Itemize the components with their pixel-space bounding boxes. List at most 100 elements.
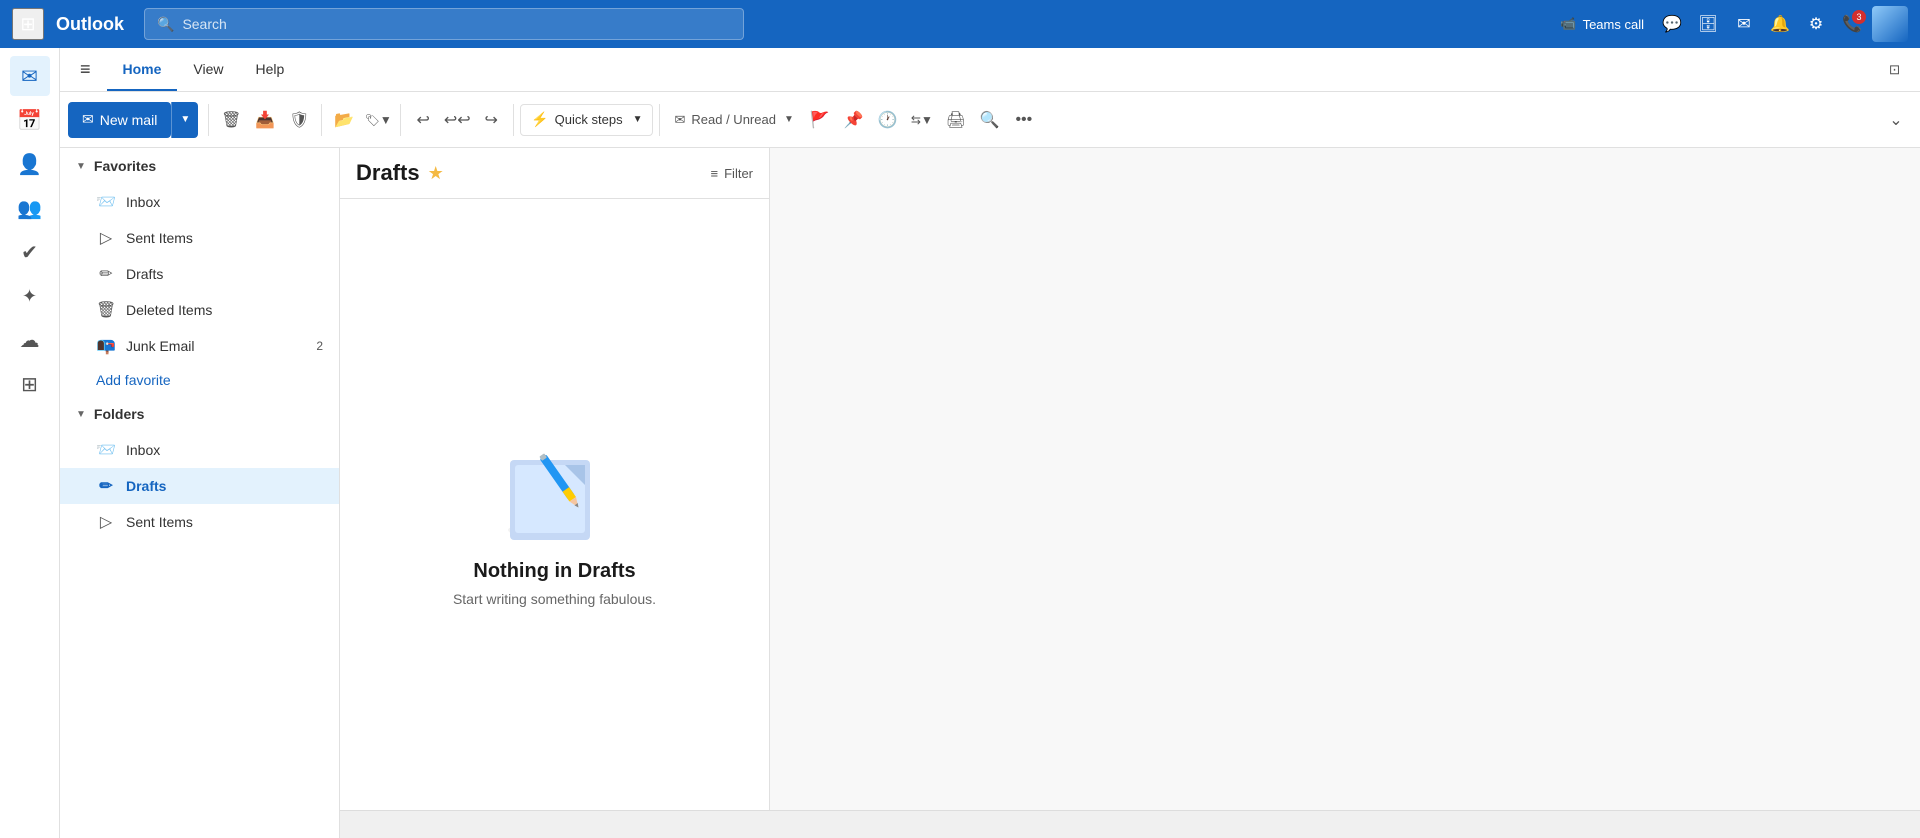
envelope-icon: ✉	[674, 112, 685, 128]
forward-button[interactable]: ↪	[475, 104, 507, 136]
nav-people-button[interactable]: 👤	[10, 144, 50, 184]
categorize-icon: 🏷▼	[365, 113, 392, 127]
grid-icon: ⊞	[20, 14, 35, 35]
move-icon: 📂	[334, 110, 354, 130]
separator-1	[208, 104, 209, 136]
feedback-button[interactable]: ✉	[1728, 8, 1760, 40]
settings-button[interactable]: ⚙	[1800, 8, 1832, 40]
top-bar-right: 📹 Teams call 💬 🗄 ✉ 🔔 ⚙ 📞 3	[1552, 6, 1908, 42]
sidebar-item-deleted[interactable]: 🗑 Deleted Items	[60, 292, 339, 328]
folders-header[interactable]: ▼ Folders	[60, 396, 339, 432]
ribbon: ✉ New mail ▼ 🗑 📥 🛡 📂 🏷▼ ↩ ↩↩ ↪ ⚡ Quick s…	[60, 92, 1920, 148]
inbox-label: Inbox	[126, 194, 160, 210]
add-favorite-link[interactable]: Add favorite	[60, 364, 339, 396]
briefcase-icon: 🗄	[1698, 14, 1718, 34]
quick-steps-button[interactable]: ⚡ Quick steps ▼	[520, 104, 653, 136]
undo-button[interactable]: ↩	[407, 104, 439, 136]
pin-icon: 📌	[844, 110, 864, 130]
filter-icon: ≡	[711, 166, 719, 181]
read-unread-dropdown-icon: ▼	[784, 114, 794, 125]
ribbon-expand-button[interactable]: ⌄	[1880, 104, 1912, 136]
search-box[interactable]: 🔍	[144, 8, 744, 40]
report-button[interactable]: 🛡	[283, 104, 315, 136]
reading-pane	[770, 148, 1920, 838]
archive-button[interactable]: 📥	[249, 104, 281, 136]
favorites-header[interactable]: ▼ Favorites	[60, 148, 339, 184]
quick-steps-icon: ⚡	[531, 111, 548, 128]
more-options-button[interactable]: •••	[1008, 104, 1040, 136]
avatar	[1872, 6, 1908, 42]
filter-label: Filter	[724, 166, 753, 181]
sidebar-item-inbox-f[interactable]: 📨 Inbox	[60, 432, 339, 468]
new-mail-button[interactable]: ✉ New mail	[68, 102, 171, 138]
read-unread-label: Read / Unread	[691, 112, 776, 127]
hamburger-button[interactable]: ≡	[76, 55, 95, 84]
notification-button[interactable]: 🔔	[1764, 8, 1796, 40]
reply-all-button[interactable]: ↩↩	[441, 104, 473, 136]
reminder-button[interactable]: 🕐	[872, 104, 904, 136]
nav-onedrive-button[interactable]: ☁	[10, 320, 50, 360]
email-list-panel: Drafts ★ ≡ Filter	[340, 148, 770, 838]
clock-icon: 🕐	[878, 110, 898, 130]
sidebar-item-inbox[interactable]: 📨 Inbox	[60, 184, 339, 220]
favorites-title: Favorites	[94, 158, 156, 174]
sidebar-item-drafts-f[interactable]: ✏ Drafts	[60, 468, 339, 504]
separator-2	[321, 104, 322, 136]
filter-button[interactable]: ≡ Filter	[711, 166, 753, 181]
read-unread-button[interactable]: ✉ Read / Unread ▼	[666, 104, 801, 136]
sidebar-item-drafts-fav[interactable]: ✏ Drafts	[60, 256, 339, 292]
favorite-star-icon[interactable]: ★	[428, 163, 444, 184]
nav-apps-button[interactable]: ✦	[10, 276, 50, 316]
print-button[interactable]: 🖨	[940, 104, 972, 136]
deleted-label: Deleted Items	[126, 302, 212, 318]
inbox-f-label: Inbox	[126, 442, 160, 458]
email-list-header: Drafts ★ ≡ Filter	[340, 148, 769, 199]
quick-steps-dropdown-icon: ▼	[633, 114, 643, 125]
people-icon: 👤	[17, 152, 42, 177]
collapse-folders-icon: ▼	[76, 409, 86, 420]
zoom-button[interactable]: 🔍	[974, 104, 1006, 136]
nav-groups-button[interactable]: 👥	[10, 188, 50, 228]
separator-5	[659, 104, 660, 136]
new-mail-dropdown[interactable]: ▼	[171, 102, 198, 138]
nav-mail-button[interactable]: ✉	[10, 56, 50, 96]
sidebar-item-sent-f[interactable]: ▷ Sent Items	[60, 504, 339, 540]
new-mail-icon: ✉	[82, 111, 94, 128]
gear-icon: ⚙	[1809, 14, 1823, 34]
avatar-button[interactable]	[1872, 6, 1908, 42]
phone-button[interactable]: 📞 3	[1836, 8, 1868, 40]
top-bar: ⊞ Outlook 🔍 📹 Teams call 💬 🗄 ✉ 🔔 ⚙ 📞 3	[0, 0, 1920, 48]
briefcase-button[interactable]: 🗄	[1692, 8, 1724, 40]
apps-icon: ✦	[22, 286, 37, 307]
junk-icon: 📭	[96, 336, 116, 356]
delete-button[interactable]: 🗑	[215, 104, 247, 136]
tab-home[interactable]: Home	[107, 49, 178, 91]
send-receive-button[interactable]: ⇆▼	[906, 104, 938, 136]
empty-title: Nothing in Drafts	[473, 560, 635, 583]
tab-help[interactable]: Help	[240, 49, 301, 91]
delete-icon: 🗑	[221, 110, 241, 130]
pin-button[interactable]: 📌	[838, 104, 870, 136]
feedback-icon: ✉	[1737, 14, 1750, 34]
sidebar-item-sent[interactable]: ▷ Sent Items	[60, 220, 339, 256]
tab-view[interactable]: View	[177, 49, 239, 91]
layout-button[interactable]: ⊡	[1885, 58, 1904, 82]
report-icon: 🛡	[289, 110, 309, 130]
search-input[interactable]	[182, 16, 731, 32]
flag-button[interactable]: 🚩	[804, 104, 836, 136]
move-button[interactable]: 📂	[328, 104, 360, 136]
inbox-f-icon: 📨	[96, 440, 116, 460]
calendar-icon: 📅	[17, 108, 42, 133]
nav-calendar-button[interactable]: 📅	[10, 100, 50, 140]
nav-more-button[interactable]: ⊞	[10, 364, 50, 404]
sidebar-item-junk[interactable]: 📭 Junk Email 2	[60, 328, 339, 364]
chat-icon: 💬	[1662, 14, 1682, 34]
drafts-f-icon: ✏	[96, 476, 116, 496]
junk-badge: 2	[316, 339, 323, 353]
chat-button[interactable]: 💬	[1656, 8, 1688, 40]
teams-call-button[interactable]: 📹 Teams call	[1552, 12, 1652, 36]
mail-icon: ✉	[21, 64, 38, 89]
app-launcher-button[interactable]: ⊞	[12, 8, 44, 40]
categorize-button[interactable]: 🏷▼	[362, 104, 394, 136]
nav-tasks-button[interactable]: ✔	[10, 232, 50, 272]
